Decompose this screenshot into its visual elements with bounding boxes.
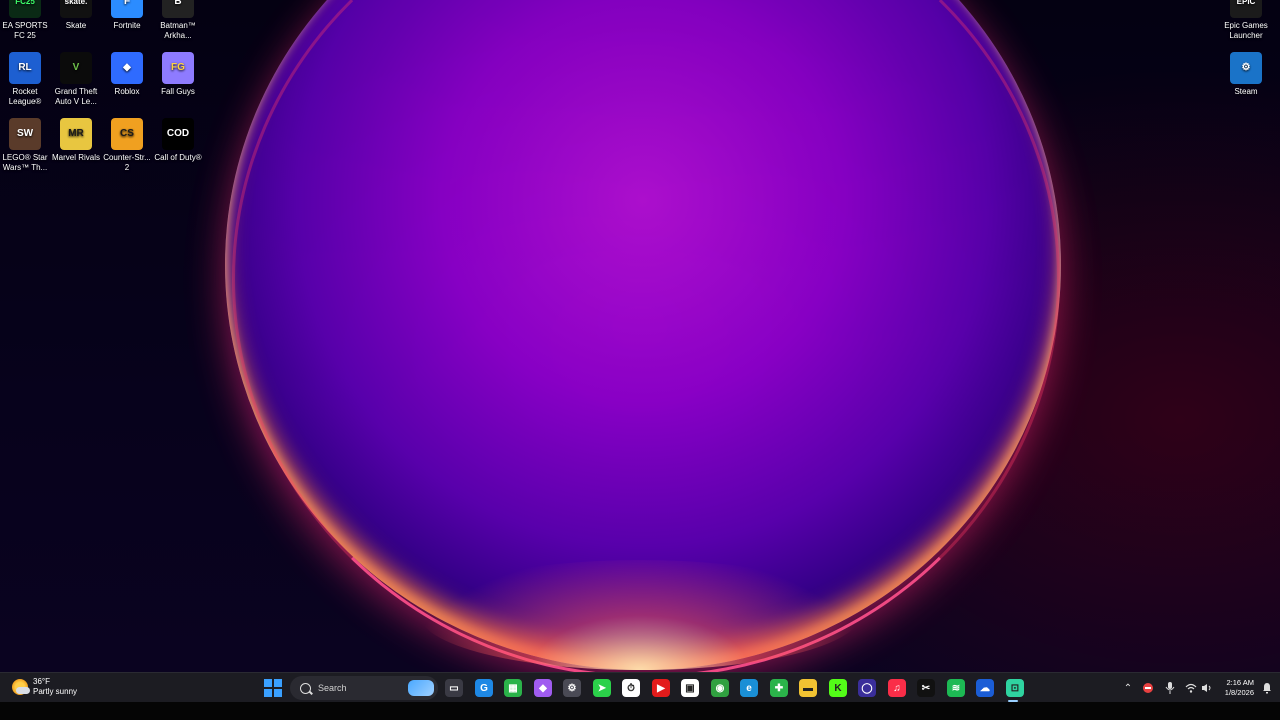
desktop-icon-ea-sports-fc-25[interactable]: FC25 EA SPORTS FC 25 xyxy=(0,0,50,41)
desktop-icon-label: Epic Games Launcher xyxy=(1224,21,1268,40)
volume-icon[interactable] xyxy=(1200,679,1214,697)
desktop-icon-epic-games-launcher[interactable]: EPIC Epic Games Launcher xyxy=(1221,0,1271,41)
app-green-icon[interactable]: ▦ xyxy=(504,679,522,697)
app-green-arrow-icon[interactable]: ➤ xyxy=(593,679,611,697)
wifi-icon[interactable] xyxy=(1184,679,1198,697)
screen-bottom-bar xyxy=(0,702,1280,720)
partly-sunny-icon xyxy=(12,679,30,695)
desktop-icon-fortnite[interactable]: F Fortnite xyxy=(102,0,152,31)
desktop-icon-batman-arkham[interactable]: B Batman™ Arkha... xyxy=(153,0,203,41)
spotify-icon[interactable]: ≋ xyxy=(947,679,965,697)
music-icon[interactable]: ♫ xyxy=(888,679,906,697)
start-button[interactable] xyxy=(264,679,282,697)
microphone-icon[interactable] xyxy=(1163,679,1177,697)
youtube-icon[interactable]: ▶ xyxy=(652,679,670,697)
capcut-icon[interactable]: ✂ xyxy=(917,679,935,697)
desktop-icon-label: Fall Guys xyxy=(161,87,195,96)
app-blue-icon[interactable]: ☁ xyxy=(976,679,994,697)
windows-logo-icon xyxy=(264,679,272,687)
desktop-icon-label: Skate xyxy=(65,21,87,30)
store-icon[interactable]: ▣ xyxy=(681,679,699,697)
desktop-icon-label: EA SPORTS FC 25 xyxy=(2,21,48,40)
desktop-icon-label: Roblox xyxy=(114,87,140,96)
clock-date: 1/8/2026 xyxy=(1224,688,1254,697)
kick-icon[interactable]: K xyxy=(829,679,847,697)
desktop-icon-rocket-league[interactable]: RL Rocket League® xyxy=(0,52,50,107)
lego-star-wars-icon: SW xyxy=(9,118,41,150)
settings-icon[interactable]: ⚙ xyxy=(563,679,581,697)
stopwatch-icon[interactable]: ⏱ xyxy=(622,679,640,697)
desktop-icon-skate[interactable]: skate. Skate xyxy=(51,0,101,31)
desktop-icon-label: Steam xyxy=(1234,87,1258,96)
gta-v-icon: V xyxy=(60,52,92,84)
search-placeholder: Search xyxy=(318,683,347,693)
security-icon[interactable] xyxy=(1141,679,1155,697)
taskbar: 36°F Partly sunny Search ▭ G ▦ ◆ ⚙ ➤ ⏱ ▶ ▣ ◉ e ✚ ▬ K ◯… xyxy=(0,672,1280,703)
task-view-icon[interactable]: ▭ xyxy=(445,679,463,697)
search-highlight-icon xyxy=(408,680,434,696)
show-hidden-icons-chevron-up-icon[interactable]: ⌃ xyxy=(1121,679,1135,697)
desktop-icon-counter-strike-2[interactable]: CS Counter-Str... 2 xyxy=(102,118,152,173)
skate-icon: skate. xyxy=(60,0,92,18)
weather-temperature: 36°F xyxy=(33,677,50,686)
desktop-icon-fall-guys[interactable]: FG Fall Guys xyxy=(153,52,203,97)
copilot-icon[interactable]: ◆ xyxy=(534,679,552,697)
desktop-icon-label: LEGO® Star Wars™ Th... xyxy=(2,153,48,172)
ea-sports-fc-25-icon: FC25 xyxy=(9,0,41,18)
app-active-icon[interactable]: ⊡ xyxy=(1006,679,1024,697)
desktop-icon-lego-star-wars[interactable]: SW LEGO® Star Wars™ Th... xyxy=(0,118,50,173)
desktop[interactable]: FC25 EA SPORTS FC 25 skate. Skate F Fort… xyxy=(0,0,1280,672)
marvel-rivals-icon: MR xyxy=(60,118,92,150)
chrome-icon[interactable]: ◉ xyxy=(711,679,729,697)
desktop-icon-label: Call of Duty® xyxy=(154,153,202,162)
taskbar-search-box[interactable]: Search xyxy=(290,676,438,700)
search-icon xyxy=(300,682,311,694)
desktop-icon-gta-v[interactable]: V Grand Theft Auto V Le... xyxy=(51,52,101,107)
desktop-icon-label: Fortnite xyxy=(113,21,141,30)
desktop-icon-roblox[interactable]: ◆ Roblox xyxy=(102,52,152,97)
weather-condition: Partly sunny xyxy=(33,687,78,696)
fall-guys-icon: FG xyxy=(162,52,194,84)
counter-strike-icon: CS xyxy=(111,118,143,150)
desktop-icon-label: Batman™ Arkha... xyxy=(160,21,196,40)
fortnite-icon: F xyxy=(111,0,143,18)
browser-g-icon[interactable]: G xyxy=(475,679,493,697)
file-explorer-icon[interactable]: ▬ xyxy=(799,679,817,697)
desktop-icon-label: Grand Theft Auto V Le... xyxy=(54,87,98,106)
epic-games-icon: EPIC xyxy=(1230,0,1262,18)
roblox-icon: ◆ xyxy=(111,52,143,84)
app-circle-icon[interactable]: ◯ xyxy=(858,679,876,697)
rocket-league-icon: RL xyxy=(9,52,41,84)
desktop-icon-call-of-duty[interactable]: COD Call of Duty® xyxy=(153,118,203,163)
weather-widget[interactable]: 36°F Partly sunny xyxy=(12,677,77,697)
clock-time: 2:16 AM xyxy=(1226,678,1254,687)
desktop-icon-label: Marvel Rivals xyxy=(51,153,100,162)
wallpaper-glow xyxy=(420,560,860,670)
desktop-icon-label: Rocket League® xyxy=(8,87,42,106)
steam-icon: ⚙ xyxy=(1230,52,1262,84)
notification-bell-icon[interactable] xyxy=(1260,679,1274,697)
desktop-icon-label: Counter-Str... 2 xyxy=(103,153,151,172)
batman-icon: B xyxy=(162,0,194,18)
desktop-icon-marvel-rivals[interactable]: MR Marvel Rivals xyxy=(51,118,101,163)
edge-icon[interactable]: e xyxy=(740,679,758,697)
xbox-icon[interactable]: ✚ xyxy=(770,679,788,697)
taskbar-clock[interactable]: 2:16 AM 1/8/2026 xyxy=(1214,678,1254,698)
call-of-duty-icon: COD xyxy=(162,118,194,150)
desktop-icon-steam[interactable]: ⚙ Steam xyxy=(1221,52,1271,97)
